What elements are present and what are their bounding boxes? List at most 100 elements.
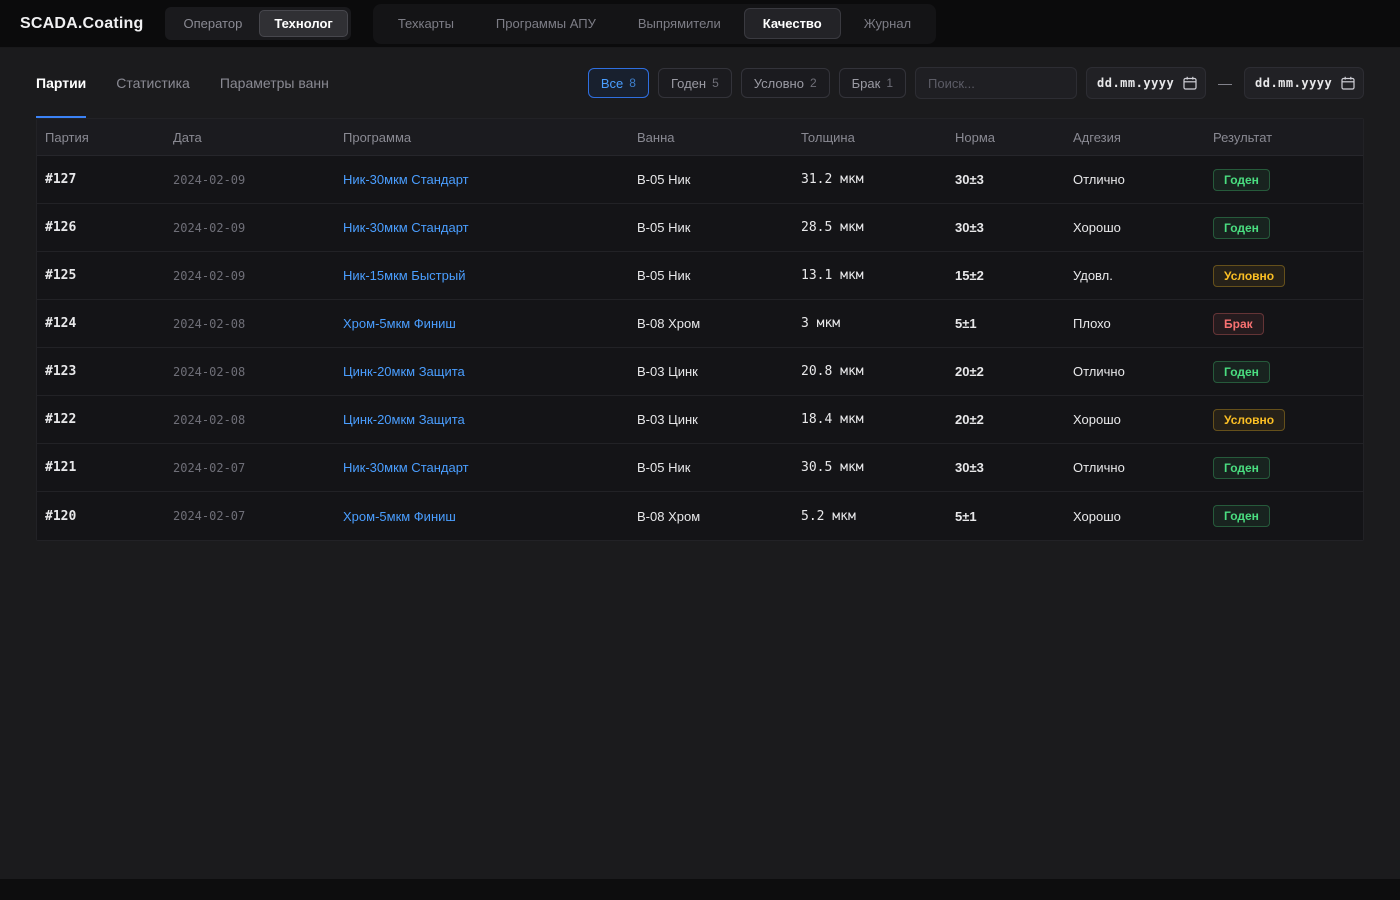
sub-tabs: Партии Статистика Параметры ванн [36,48,329,118]
column-header-result: Результат [1205,130,1363,145]
nav-item-quality[interactable]: Качество [744,8,841,39]
role-technologist-button[interactable]: Технолог [259,10,348,37]
program-link[interactable]: Ник-30мкм Стандарт [343,172,469,187]
table-row[interactable]: #124 2024-02-08 Хром-5мкм Финиш В-08 Хро… [37,300,1363,348]
table-row[interactable]: #123 2024-02-08 Цинк-20мкм Защита В-03 Ц… [37,348,1363,396]
toolbar-right: Все 8 Годен 5 Условно 2 Брак 1 [588,67,1364,99]
result-badge: Условно [1213,265,1285,287]
filter-label: Брак [852,76,881,91]
norm-value: 30±3 [947,460,1065,475]
program-link[interactable]: Хром-5мкм Финиш [343,509,456,524]
table-row[interactable]: #121 2024-02-07 Ник-30мкм Стандарт В-05 … [37,444,1363,492]
calendar-icon[interactable] [1341,76,1355,90]
filter-count: 2 [810,76,817,90]
batch-date: 2024-02-08 [165,365,335,379]
adhesion-value: Хорошо [1065,220,1205,235]
adhesion-value: Плохо [1065,316,1205,331]
nav-item-rectifiers[interactable]: Выпрямители [619,8,740,39]
adhesion-value: Удовл. [1065,268,1205,283]
result-badge: Годен [1213,217,1270,239]
norm-value: 20±2 [947,364,1065,379]
column-header-norm: Норма [947,130,1065,145]
table-row[interactable]: #122 2024-02-08 Цинк-20мкм Защита В-03 Ц… [37,396,1363,444]
date-to-input[interactable] [1255,76,1335,90]
result-badge: Годен [1213,169,1270,191]
filter-count: 1 [886,76,893,90]
table-row[interactable]: #127 2024-02-09 Ник-30мкм Стандарт В-05 … [37,156,1363,204]
column-header-thickness: Толщина [793,130,947,145]
bath-name: В-08 Хром [629,509,793,524]
date-range-dash: — [1218,75,1232,91]
table-row[interactable]: #125 2024-02-09 Ник-15мкм Быстрый В-05 Н… [37,252,1363,300]
batch-id: #124 [37,316,165,331]
filter-conditional[interactable]: Условно 2 [741,68,830,98]
main-nav: Техкарты Программы АПУ Выпрямители Качес… [373,4,936,44]
calendar-icon[interactable] [1183,76,1197,90]
filter-reject[interactable]: Брак 1 [839,68,906,98]
thickness-value: 13.1 мкм [793,268,947,283]
batch-date: 2024-02-09 [165,173,335,187]
result-badge: Годен [1213,505,1270,527]
program-link[interactable]: Цинк-20мкм Защита [343,364,465,379]
filter-label: Условно [754,76,804,91]
adhesion-value: Хорошо [1065,509,1205,524]
batch-date: 2024-02-08 [165,317,335,331]
nav-item-journal[interactable]: Журнал [845,8,930,39]
norm-value: 30±3 [947,172,1065,187]
column-header-date: Дата [165,130,335,145]
program-link[interactable]: Ник-30мкм Стандарт [343,220,469,235]
nav-item-apu-programs[interactable]: Программы АПУ [477,8,615,39]
filter-count: 5 [712,76,719,90]
thickness-value: 5.2 мкм [793,509,947,524]
adhesion-value: Отлично [1065,364,1205,379]
adhesion-value: Отлично [1065,172,1205,187]
column-header-batch: Партия [37,130,165,145]
bath-name: В-05 Ник [629,220,793,235]
column-header-bath: Ванна [629,130,793,145]
toolbar: Партии Статистика Параметры ванн Все 8 Г… [0,48,1400,118]
norm-value: 5±1 [947,316,1065,331]
program-link[interactable]: Хром-5мкм Финиш [343,316,456,331]
app-header: SCADA.Coating Оператор Технолог Техкарты… [0,0,1400,48]
batch-id: #125 [37,268,165,283]
thickness-value: 20.8 мкм [793,364,947,379]
bath-name: В-03 Цинк [629,412,793,427]
filter-pass[interactable]: Годен 5 [658,68,732,98]
date-to-field[interactable] [1244,67,1364,99]
date-from-field[interactable] [1086,67,1206,99]
bath-name: В-08 Хром [629,316,793,331]
bath-name: В-05 Ник [629,172,793,187]
norm-value: 20±2 [947,412,1065,427]
tab-batches[interactable]: Партии [36,48,86,118]
thickness-value: 28.5 мкм [793,220,947,235]
date-from-input[interactable] [1097,76,1177,90]
result-badge: Брак [1213,313,1264,335]
norm-value: 30±3 [947,220,1065,235]
search-input[interactable] [915,67,1077,99]
batches-table: Партия Дата Программа Ванна Толщина Норм… [36,118,1364,541]
program-link[interactable]: Ник-15мкм Быстрый [343,268,465,283]
thickness-value: 30.5 мкм [793,460,947,475]
program-link[interactable]: Ник-30мкм Стандарт [343,460,469,475]
table-row[interactable]: #126 2024-02-09 Ник-30мкм Стандарт В-05 … [37,204,1363,252]
tab-bath-parameters[interactable]: Параметры ванн [220,48,329,118]
program-link[interactable]: Цинк-20мкм Защита [343,412,465,427]
batch-date: 2024-02-09 [165,221,335,235]
bath-name: В-05 Ник [629,460,793,475]
adhesion-value: Хорошо [1065,412,1205,427]
thickness-value: 3 мкм [793,316,947,331]
filter-all[interactable]: Все 8 [588,68,649,98]
batch-date: 2024-02-07 [165,509,335,523]
batch-id: #126 [37,220,165,235]
thickness-value: 31.2 мкм [793,172,947,187]
result-badge: Годен [1213,457,1270,479]
table-row[interactable]: #120 2024-02-07 Хром-5мкм Финиш В-08 Хро… [37,492,1363,540]
table-body: #127 2024-02-09 Ник-30мкм Стандарт В-05 … [37,156,1363,540]
adhesion-value: Отлично [1065,460,1205,475]
role-operator-button[interactable]: Оператор [168,10,257,37]
result-badge: Годен [1213,361,1270,383]
app-title: SCADA.Coating [20,15,143,33]
table-header: Партия Дата Программа Ванна Толщина Норм… [37,119,1363,156]
nav-item-techcards[interactable]: Техкарты [379,8,473,39]
tab-statistics[interactable]: Статистика [116,48,190,118]
